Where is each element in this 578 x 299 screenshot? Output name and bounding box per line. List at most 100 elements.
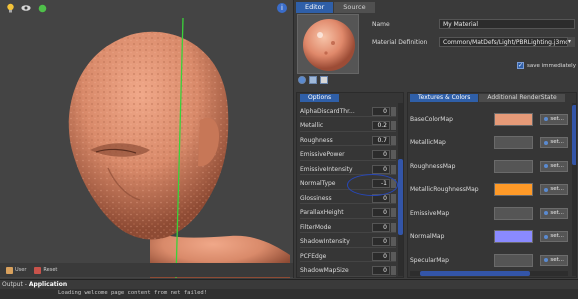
- tab-options[interactable]: Options: [300, 94, 340, 102]
- texture-swatch[interactable]: [494, 183, 534, 196]
- spinner-icon[interactable]: [391, 208, 396, 217]
- option-value-field[interactable]: 0: [372, 222, 390, 232]
- reset-icon: [34, 266, 42, 274]
- texture-set-button[interactable]: set...: [540, 207, 568, 219]
- viewport-bottom-toolbar: User Reset: [0, 263, 293, 277]
- texture-swatch[interactable]: [494, 253, 534, 267]
- texture-row: BaseColorMap set...: [410, 108, 568, 130]
- spinner-icon[interactable]: [391, 222, 396, 232]
- option-row: ShadowIntensity 0: [300, 237, 396, 248]
- definition-row: Material Definition Common/MatDefs/Light…: [372, 37, 575, 47]
- texture-swatch[interactable]: [494, 230, 534, 243]
- scene-viewport[interactable]: i User Reset: [0, 0, 293, 278]
- texture-set-button[interactable]: set...: [540, 113, 568, 125]
- texture-set-label: set...: [550, 209, 564, 216]
- spinner-icon[interactable]: [391, 135, 396, 145]
- option-label: ShadowMapSize: [300, 267, 349, 274]
- texture-set-label: set...: [550, 115, 564, 122]
- output-title[interactable]: Application: [29, 281, 67, 288]
- set-icon: [544, 117, 549, 121]
- option-row: Roughness 0.7: [300, 135, 396, 146]
- save-immediately-checkbox[interactable]: ✓: [517, 62, 524, 69]
- spinner-icon[interactable]: [391, 121, 396, 130]
- set-icon: [544, 164, 549, 168]
- options-panel: Options AlphaDiscardThr... 0 Metallic 0.2 Ro…: [296, 92, 404, 278]
- reset-button[interactable]: Reset: [34, 266, 58, 274]
- spinner-icon[interactable]: [391, 237, 396, 246]
- texture-swatch[interactable]: [494, 159, 534, 173]
- texture-set-button[interactable]: set...: [540, 231, 568, 242]
- texture-set-button[interactable]: set...: [540, 254, 568, 266]
- option-label: EmissivePower: [300, 151, 345, 158]
- spinner-icon[interactable]: [391, 251, 396, 261]
- output-title-prefix: Output -: [2, 281, 29, 288]
- tab-textures-colors[interactable]: Textures & Colors: [410, 94, 479, 102]
- reset-button-label: Reset: [43, 267, 58, 273]
- option-value-field[interactable]: 0: [372, 251, 390, 261]
- texture-swatch[interactable]: [494, 136, 534, 149]
- options-scrollbar[interactable]: [398, 103, 403, 276]
- texture-row: SpecularMap set...: [410, 249, 568, 271]
- viewport-toolbar: [0, 0, 293, 16]
- texture-row: MetallicRoughnessMap set...: [410, 179, 568, 201]
- tab-source[interactable]: Source: [334, 2, 375, 13]
- cube-preview-icon[interactable]: [309, 76, 317, 84]
- textures-horizontal-scrollbar-thumb[interactable]: [420, 271, 530, 276]
- tab-additional-renderstate[interactable]: Additional RenderState: [479, 94, 565, 102]
- user-icon: [6, 266, 13, 274]
- option-value-field[interactable]: 0: [372, 237, 390, 246]
- sphere-preview-icon[interactable]: [298, 76, 306, 84]
- texture-label: MetallicMap: [410, 139, 446, 146]
- option-value-field[interactable]: 0.2: [372, 121, 390, 130]
- option-value-field[interactable]: 0: [372, 164, 390, 174]
- output-log-line: Loading welcome page content from net fa…: [58, 290, 208, 296]
- option-label: FilterMode: [300, 223, 332, 231]
- spinner-icon[interactable]: [391, 164, 396, 174]
- textures-scrollbar-thumb[interactable]: [572, 105, 576, 165]
- quad-preview-icon[interactable]: [320, 76, 328, 84]
- option-value-field[interactable]: 0.7: [372, 135, 390, 145]
- lightbulb-icon[interactable]: [5, 3, 15, 13]
- options-scrollbar-thumb[interactable]: [398, 159, 403, 235]
- option-row: EmissiveIntensity 0: [300, 164, 396, 175]
- texture-set-button[interactable]: set...: [540, 137, 568, 148]
- texture-swatch[interactable]: [494, 112, 534, 126]
- user-button[interactable]: User: [6, 266, 26, 274]
- texture-set-label: set...: [550, 186, 564, 192]
- textures-scrollbar[interactable]: [572, 103, 576, 276]
- option-value-field[interactable]: 0: [372, 106, 390, 116]
- spinner-icon[interactable]: [391, 106, 396, 116]
- spinner-icon[interactable]: [391, 150, 396, 159]
- name-field[interactable]: My Material: [439, 19, 575, 29]
- preview-shape-selector: [298, 76, 328, 84]
- texture-set-button[interactable]: set...: [540, 160, 568, 172]
- definition-select[interactable]: Common/MatDefs/Light/PBRLighting.j3md: [439, 37, 568, 47]
- spinner-icon[interactable]: [391, 193, 396, 203]
- option-value-field[interactable]: 0: [372, 266, 390, 275]
- texture-set-label: set...: [550, 256, 564, 263]
- eye-icon[interactable]: [21, 3, 31, 13]
- texture-label: EmissiveMap: [410, 209, 450, 217]
- set-icon: [544, 187, 549, 192]
- spinner-icon[interactable]: [391, 266, 396, 275]
- texture-set-button[interactable]: set...: [540, 184, 568, 195]
- info-icon[interactable]: i: [277, 3, 287, 13]
- textures-horizontal-scrollbar[interactable]: [410, 271, 568, 276]
- option-row: ShadowMapSize 0: [300, 266, 396, 277]
- texture-swatch[interactable]: [494, 206, 534, 220]
- option-label: ParallaxHeight: [300, 209, 344, 216]
- tab-editor[interactable]: Editor: [296, 2, 334, 13]
- texture-row: NormalMap set...: [410, 226, 568, 248]
- chevron-down-icon[interactable]: ▾: [568, 37, 575, 47]
- set-icon: [544, 211, 549, 215]
- definition-label: Material Definition: [372, 38, 428, 46]
- option-value-field[interactable]: 0: [372, 208, 390, 217]
- material-editor: Editor Source Name My Material Material: [293, 0, 578, 278]
- circle-icon[interactable]: [37, 3, 47, 13]
- editor-tab-bar: Editor Source: [296, 2, 375, 13]
- texture-label: NormalMap: [410, 233, 445, 240]
- name-label: Name: [372, 20, 390, 28]
- save-immediately-label: save immediately: [527, 62, 576, 69]
- texture-label: MetallicRoughnessMap: [410, 186, 479, 193]
- option-value-field[interactable]: 0: [372, 150, 390, 159]
